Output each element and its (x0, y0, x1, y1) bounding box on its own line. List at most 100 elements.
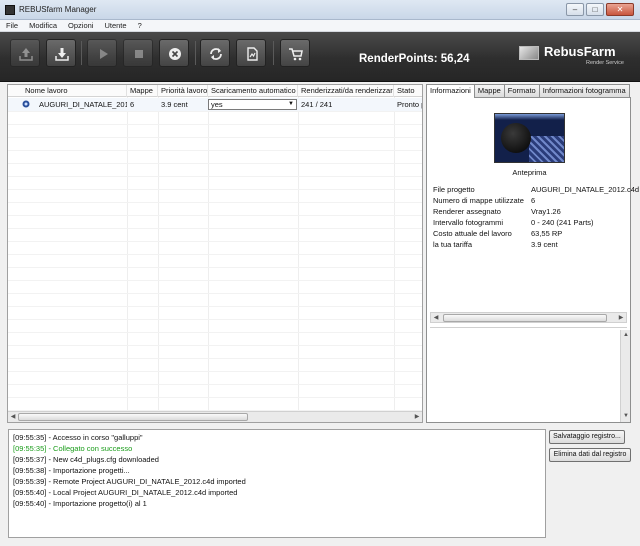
play-icon (100, 49, 108, 59)
app-icon (5, 5, 15, 15)
document-icon (247, 47, 258, 61)
log-line: [09:55:37] - New c4d_plugs.cfg downloade… (13, 455, 159, 464)
logo-cube-icon (519, 46, 539, 60)
logo-name: RebusFarm (544, 44, 616, 59)
grid-line (8, 332, 422, 333)
minimize-button[interactable]: – (566, 3, 584, 16)
maximize-button[interactable]: □ (586, 3, 604, 16)
preview-glow (495, 114, 564, 120)
prop-label: File progetto (433, 185, 475, 194)
grid-line (8, 150, 422, 151)
grid-line (8, 228, 422, 229)
clear-log-button[interactable]: Elimina dati dal registro (549, 448, 631, 462)
menu-help[interactable]: ? (138, 20, 142, 31)
prop-value: 3.9 cent (531, 240, 558, 249)
column-header-priority[interactable]: Priorità lavoro (158, 85, 208, 97)
menu-opzioni[interactable]: Opzioni (68, 20, 93, 31)
preview-pattern (529, 136, 564, 162)
cancel-button[interactable] (159, 39, 189, 67)
log-line: [09:55:35] - Accesso in corso "galluppi" (13, 433, 143, 442)
jobs-table: Nome lavoro Mappe Priorità lavoro Scaric… (7, 84, 423, 423)
scroll-right-icon[interactable]: ▶ (412, 412, 422, 422)
scroll-left-icon[interactable]: ◀ (8, 412, 18, 422)
grid-line (8, 202, 422, 203)
auto-download-select[interactable]: yes ▼ (208, 99, 297, 110)
scroll-down-icon[interactable]: ▼ (621, 411, 631, 421)
column-header-rendered[interactable]: Renderizzati/da renderizzare (298, 85, 394, 97)
cart-icon (289, 48, 303, 61)
log-line: [09:55:40] - Local Project AUGURI_DI_NAT… (13, 488, 238, 497)
job-name: AUGURI_DI_NATALE_2012 (39, 100, 127, 109)
refresh-button[interactable] (200, 39, 230, 67)
play-button[interactable] (87, 39, 117, 67)
toolbar-separator (195, 41, 196, 65)
grid-line (8, 280, 422, 281)
column-header-maps[interactable]: Mappe (127, 85, 158, 97)
grid-line (8, 163, 422, 164)
grid-line (8, 384, 422, 385)
rebusfarm-logo: RebusFarm Render Service (519, 44, 631, 66)
grid-line (8, 267, 422, 268)
details-tab-body: Anteprima File progetto AUGURI_DI_NATALE… (426, 97, 639, 423)
log-line: [09:55:38] - Importazione progetti... (13, 466, 130, 475)
job-maps: 6 (130, 100, 135, 109)
menu-modifica[interactable]: Modifica (29, 20, 57, 31)
tab-formato[interactable]: Formato (503, 84, 540, 97)
scroll-right-icon[interactable]: ▶ (616, 313, 626, 323)
grid-line (8, 137, 422, 138)
stop-icon (135, 50, 143, 58)
details-tabs: Informazioni Mappe Formato Informazioni … (426, 84, 630, 98)
close-window-button[interactable]: ✕ (606, 3, 634, 16)
prop-value: 0 - 240 (241 Parts) (531, 218, 594, 227)
column-header-status[interactable]: Stato (394, 85, 422, 97)
table-row[interactable]: AUGURI_DI_NATALE_2012 6 3.9 cent yes ▼ 2… (8, 98, 422, 111)
grid-line (8, 319, 422, 320)
column-header-name[interactable]: Nome lavoro (22, 85, 127, 97)
prop-value: 6 (531, 196, 536, 205)
menu-file[interactable]: File (6, 20, 18, 31)
refresh-icon (210, 48, 222, 60)
tab-informazioni-fotogramma[interactable]: Informazioni fotogramma (538, 84, 630, 97)
menu-bar: File Modifica Opzioni Utente ? (0, 20, 640, 32)
grid-line (8, 358, 422, 359)
jobs-horizontal-scrollbar[interactable]: ◀ ▶ (8, 411, 422, 422)
dropdown-arrow-icon: ▼ (288, 101, 294, 107)
tab-mappe[interactable]: Mappe (473, 84, 505, 97)
scrollbar-thumb[interactable] (443, 314, 607, 322)
cart-button[interactable] (280, 39, 310, 67)
menu-utente[interactable]: Utente (104, 20, 126, 31)
details-vertical-scrollbar[interactable]: ▲ ▼ (620, 330, 630, 422)
document-button[interactable] (236, 39, 266, 67)
column-header-auto-download[interactable]: Scaricamento automatico (208, 85, 298, 97)
toolbar-separator (273, 41, 274, 65)
details-panel: Informazioni Mappe Formato Informazioni … (426, 84, 639, 423)
scrollbar-thumb[interactable] (18, 413, 248, 421)
toolbar-separator (81, 41, 82, 65)
scroll-up-icon[interactable]: ▲ (621, 330, 631, 340)
preview-image (494, 113, 565, 163)
renderpoints-balance: RenderPoints: 56,24 (359, 53, 470, 65)
job-status: Pronto p (397, 100, 422, 109)
tab-informazioni[interactable]: Informazioni (426, 84, 475, 98)
save-log-button[interactable]: Salvataggio registro... (549, 430, 625, 444)
cancel-icon (169, 48, 181, 60)
upload-button[interactable] (10, 39, 40, 67)
details-divider (430, 327, 627, 328)
prop-label: Intervallo fotogrammi (433, 218, 504, 227)
prop-value: Vray1.26 (531, 207, 561, 216)
scroll-left-icon[interactable]: ◀ (431, 313, 441, 323)
grid-line (8, 306, 422, 307)
grid-line (8, 215, 422, 216)
c4d-file-icon (22, 100, 30, 108)
grid-line (8, 241, 422, 242)
download-button[interactable] (46, 39, 76, 67)
stop-button[interactable] (123, 39, 153, 67)
preview-label: Anteprima (512, 168, 547, 177)
jobs-table-header: Nome lavoro Mappe Priorità lavoro Scaric… (8, 85, 422, 97)
grid-line (8, 111, 422, 112)
grid-line (8, 254, 422, 255)
grid-line (8, 397, 422, 398)
grid-line (8, 293, 422, 294)
details-horizontal-scrollbar[interactable]: ◀ ▶ (430, 312, 627, 323)
prop-value: AUGURI_DI_NATALE_2012.c4d (531, 185, 640, 194)
